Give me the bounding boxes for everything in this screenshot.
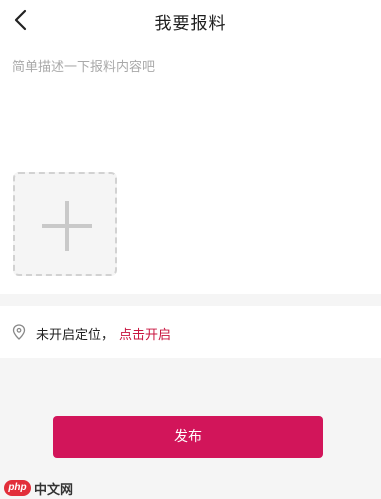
publish-button[interactable]: 发布: [53, 416, 323, 458]
location-pin-icon: [12, 324, 26, 340]
watermark-logo: php: [4, 480, 31, 496]
header-bar: 我要报料: [0, 0, 381, 42]
location-bar: 未开启定位， 点击开启: [0, 306, 381, 358]
description-input[interactable]: [8, 52, 376, 170]
report-screen: 我要报料 未开启定位， 点击开启 发布 php 中文网: [0, 0, 381, 499]
report-form: [0, 42, 381, 294]
watermark-text: 中文网: [34, 482, 74, 497]
page-title: 我要报料: [154, 14, 227, 34]
plus-icon: [42, 201, 92, 251]
enable-location-link[interactable]: 点击开启: [119, 324, 171, 343]
add-photo-button[interactable]: [13, 172, 117, 276]
location-status-text: 未开启定位，: [36, 328, 115, 343]
